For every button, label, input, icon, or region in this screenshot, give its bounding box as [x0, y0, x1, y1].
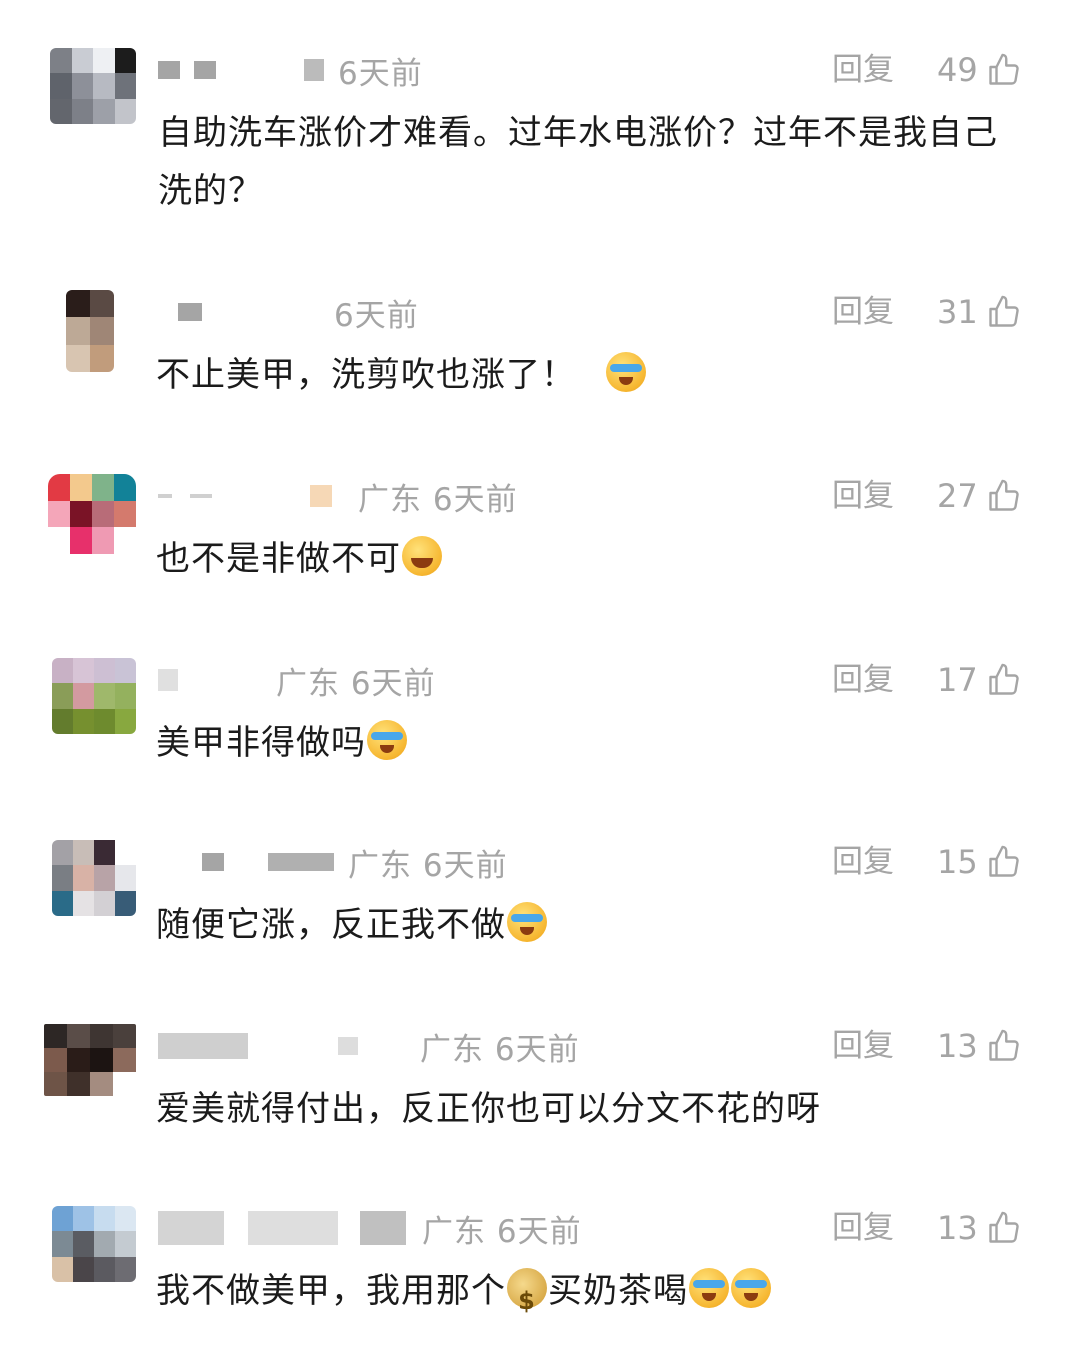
username-blurred: [178, 303, 202, 321]
thumbs-up-icon: [989, 663, 1019, 695]
location-time: 广东 6天前: [420, 1031, 580, 1068]
comment-meta: 6天前: [158, 48, 423, 92]
comment-text: 也不是非做不可: [156, 530, 1016, 588]
location-time: 6天前: [338, 55, 423, 92]
like-count: 31: [937, 293, 978, 331]
location-time: 6天前: [334, 297, 419, 334]
comment-text-content: 买奶茶喝: [548, 1271, 688, 1311]
avatar[interactable]: [52, 1206, 136, 1282]
cry-laugh-emoji-icon: [689, 1268, 729, 1308]
avatar[interactable]: [52, 840, 136, 916]
like-button[interactable]: 31: [937, 290, 1022, 334]
username-blurred: [360, 1211, 406, 1245]
comment-text: 我不做美甲，我用那个 买奶茶喝: [156, 1262, 1016, 1330]
comment-text: 自助洗车涨价才难看。过年水电涨价？过年不是我自己洗的？: [158, 113, 998, 211]
like-button[interactable]: 27: [937, 474, 1022, 518]
comment-text: 爱美就得付出，反正你也可以分文不花的呀: [156, 1089, 821, 1129]
username-blurred: [268, 853, 334, 871]
comment-text-content: 美甲非得做吗: [156, 723, 366, 763]
thumbs-up-icon: [989, 295, 1019, 327]
thumbs-up-icon: [989, 1211, 1019, 1243]
comment-text-content: 也不是非做不可: [156, 539, 401, 579]
comment-text: 美甲非得做吗: [156, 714, 1016, 772]
thumbs-up-icon: [989, 479, 1019, 511]
comment-text-content: 不止美甲，洗剪吹也涨了！: [156, 355, 576, 395]
like-button[interactable]: 13: [937, 1024, 1022, 1068]
username-blurred: [158, 669, 178, 691]
like-button[interactable]: 13: [937, 1206, 1022, 1250]
avatar[interactable]: [44, 1024, 136, 1096]
like-count: 49: [937, 51, 978, 89]
like-count: 17: [937, 661, 978, 699]
location-time: 广东 6天前: [276, 665, 436, 702]
like-button[interactable]: 17: [937, 658, 1022, 702]
badge-blurred: [310, 485, 332, 507]
reply-button[interactable]: 回复: [832, 658, 894, 702]
reply-button[interactable]: 回复: [832, 48, 894, 92]
comment-meta: 广东 6天前: [158, 1206, 582, 1250]
like-count: 15: [937, 843, 978, 881]
badge-blurred: [304, 59, 324, 81]
avatar[interactable]: [66, 290, 114, 372]
username-blurred: [158, 494, 172, 498]
username-blurred: [202, 853, 224, 871]
thumbs-up-icon: [989, 845, 1019, 877]
like-count: 13: [937, 1027, 978, 1065]
comment-text: 随便它涨，反正我不做: [156, 896, 1016, 954]
reply-button[interactable]: 回复: [832, 1206, 894, 1250]
comment-meta: 广东 6天前: [158, 1024, 580, 1068]
username-blurred: [158, 1211, 224, 1245]
username-blurred: [194, 61, 216, 79]
location-time: 广东 6天前: [348, 847, 508, 884]
cry-laugh-emoji-icon: [507, 902, 547, 942]
reply-button[interactable]: 回复: [832, 290, 894, 334]
reply-button[interactable]: 回复: [832, 474, 894, 518]
like-button[interactable]: 15: [937, 840, 1022, 884]
username-blurred[interactable]: [158, 61, 180, 79]
username-blurred: [158, 1033, 248, 1059]
money-bag-emoji-icon: [507, 1268, 547, 1330]
comment-meta: 广东 6天前: [158, 840, 508, 884]
cry-laugh-emoji-icon: [367, 720, 407, 760]
like-count: 27: [937, 477, 978, 515]
avatar[interactable]: [50, 48, 136, 124]
cry-laugh-emoji-icon: [605, 352, 646, 392]
location-time: 广东 6天前: [422, 1213, 582, 1250]
reply-button[interactable]: 回复: [832, 840, 894, 884]
cry-laugh-emoji-icon: [731, 1268, 771, 1308]
like-button[interactable]: 49: [937, 48, 1022, 92]
like-count: 13: [937, 1209, 978, 1247]
username-blurred: [190, 494, 212, 498]
comment-text-content: 随便它涨，反正我不做: [156, 905, 506, 945]
grin-emoji-icon: [402, 536, 442, 576]
avatar[interactable]: [48, 474, 136, 554]
username-blurred: [248, 1211, 338, 1245]
location-time: 广东 6天前: [358, 481, 518, 518]
thumbs-up-icon: [989, 53, 1019, 85]
comment-meta: 广东 6天前: [158, 658, 436, 702]
comment-meta: 广东 6天前: [158, 474, 518, 518]
comment-meta: 6天前: [158, 290, 419, 334]
reply-button[interactable]: 回复: [832, 1024, 894, 1068]
comment-text-content: 我不做美甲，我用那个: [156, 1271, 506, 1311]
thumbs-up-icon: [989, 1029, 1019, 1061]
avatar[interactable]: [52, 658, 136, 734]
username-blurred: [338, 1037, 358, 1055]
comment-text: 不止美甲，洗剪吹也涨了！: [156, 346, 1016, 404]
